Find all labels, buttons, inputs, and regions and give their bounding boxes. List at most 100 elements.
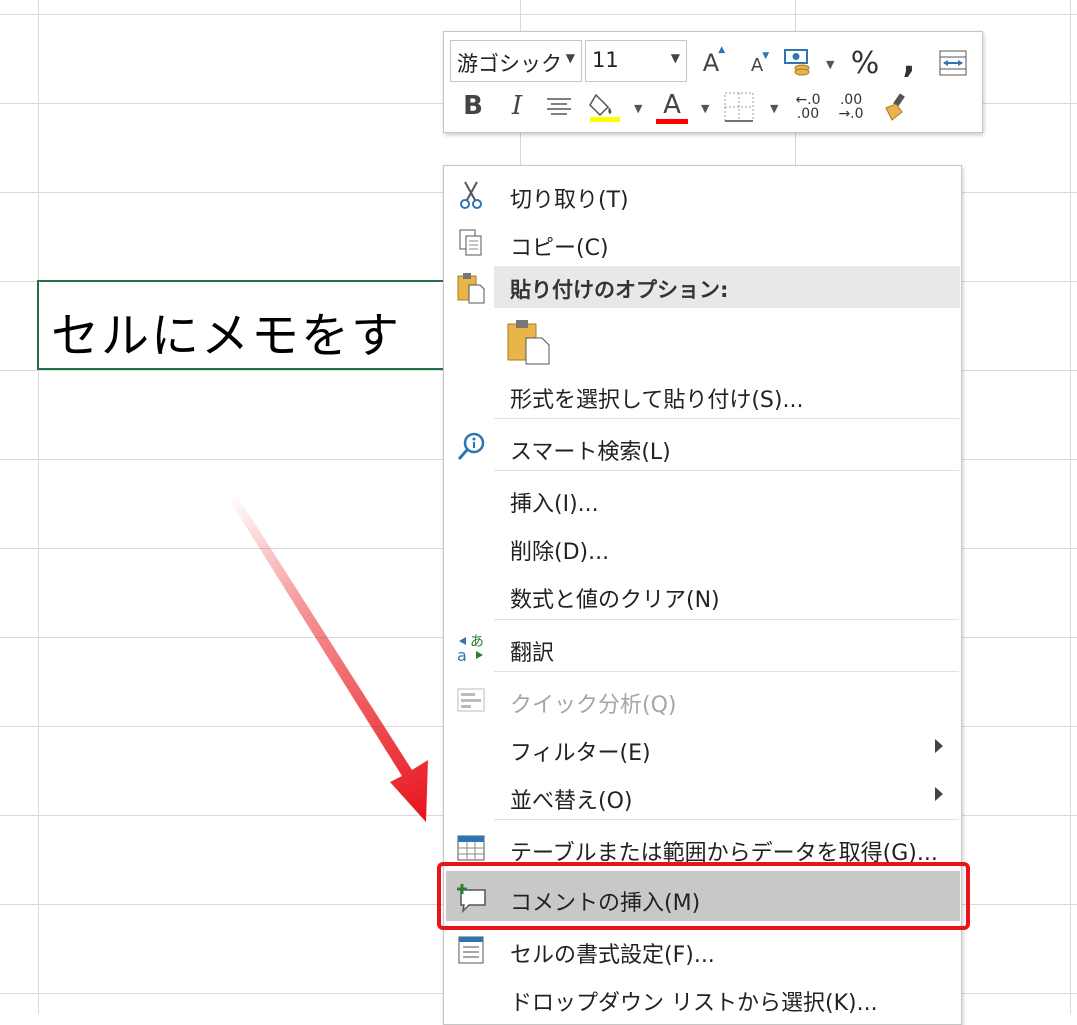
increase-decimal-bottom: .00 <box>796 106 820 122</box>
borders-icon <box>724 92 754 122</box>
fill-color-swatch <box>590 117 620 122</box>
borders-button[interactable] <box>722 90 756 124</box>
accounting-format-button[interactable] <box>781 44 815 80</box>
menu-item-label: 数式と値のクリア(N) <box>510 588 720 613</box>
menu-item-label: クイック分析(Q) <box>510 693 677 718</box>
chevron-down-icon[interactable]: ▼ <box>826 58 834 71</box>
menu-item-clear-contents[interactable]: 数式と値のクリア(N) <box>444 570 961 618</box>
increase-decimal-top: ←.0 <box>795 92 821 108</box>
percent-icon: % <box>850 45 880 81</box>
chevron-down-icon: ▼ <box>670 51 680 65</box>
menu-separator <box>494 418 959 419</box>
menu-separator <box>494 470 959 471</box>
menu-item-cut[interactable]: 切り取り(T) <box>444 170 961 218</box>
increase-font-button[interactable]: A ▲ <box>696 45 726 80</box>
menu-item-label: セルの書式設定(F)... <box>510 943 715 968</box>
bold-icon: B <box>463 91 483 121</box>
quick-analysis-icon <box>456 685 486 715</box>
menu-item-filter[interactable]: フィルター(E) <box>444 723 961 771</box>
fill-bucket-icon <box>589 93 620 122</box>
menu-separator <box>494 671 959 672</box>
percent-button[interactable]: % <box>847 45 883 81</box>
menu-item-paste-special[interactable]: 形式を選択して貼り付け(S)... <box>444 370 961 418</box>
merge-center-icon <box>939 50 967 76</box>
font-size-value: 11 <box>592 48 619 72</box>
italic-icon: I <box>511 91 523 121</box>
menu-item-label: ドロップダウン リストから選択(K)... <box>510 991 878 1016</box>
format-cells-icon <box>456 935 486 965</box>
annotation-highlight-box <box>437 862 970 930</box>
menu-item-label: 挿入(I)... <box>510 492 599 517</box>
decrease-font-button[interactable]: A ▼ <box>744 50 770 80</box>
font-size-combo[interactable]: 11 ▼ <box>585 40 687 82</box>
menu-item-label: 形式を選択して貼り付け(S)... <box>510 388 804 413</box>
menu-item-copy[interactable]: コピー(C) <box>444 218 961 266</box>
font-color-button[interactable]: A <box>654 88 690 126</box>
format-painter-button[interactable] <box>880 90 914 124</box>
menu-item-format-cells[interactable]: セルの書式設定(F)... <box>444 925 961 973</box>
active-cell[interactable]: セルにメモをす <box>37 280 477 370</box>
bold-button[interactable]: B <box>458 88 488 124</box>
menu-item-label: 翻訳 <box>510 641 555 666</box>
svg-text:あ: あ <box>470 634 484 650</box>
menu-separator <box>494 619 959 620</box>
chevron-down-icon[interactable]: ▼ <box>770 102 778 115</box>
format-painter-icon <box>885 93 905 121</box>
decrease-decimal-top: .00 <box>839 92 863 108</box>
cell-text: セルにメモをす <box>51 308 402 364</box>
increase-font-letter: A <box>702 49 720 77</box>
decrease-decimal-button[interactable]: .00 →.0 <box>834 90 868 124</box>
smart-lookup-icon <box>456 432 486 462</box>
font-name-combo[interactable]: 游ゴシック ▼ <box>450 40 582 82</box>
translate-icon: a あ <box>456 633 486 663</box>
decrease-decimal-bottom: →.0 <box>838 106 864 122</box>
clipboard-paste-icon <box>507 320 550 365</box>
paste-options-header: 貼り付けのオプション: <box>494 266 960 308</box>
table-icon <box>456 833 486 863</box>
chevron-down-icon[interactable]: ▼ <box>634 102 642 115</box>
paste-option-default-button[interactable] <box>506 318 552 366</box>
increase-font-icon: A ▲ <box>702 45 725 77</box>
menu-item-translate[interactable]: a あ 翻訳 <box>444 623 961 671</box>
scissors-icon <box>456 180 486 210</box>
up-arrow-icon: ▲ <box>718 45 726 55</box>
submenu-arrow-icon <box>935 739 943 753</box>
paste-icon <box>456 272 486 304</box>
center-align-button[interactable] <box>544 92 574 122</box>
menu-item-insert[interactable]: 挿入(I)... <box>444 474 961 522</box>
menu-item-label: 切り取り(T) <box>510 188 629 213</box>
menu-item-label: コピー(C) <box>510 236 609 261</box>
font-name-value: 游ゴシック <box>457 52 562 76</box>
font-color-swatch <box>656 118 688 124</box>
menu-item-sort[interactable]: 並べ替え(O) <box>444 771 961 819</box>
menu-item-quick-analysis[interactable]: クイック分析(Q) <box>444 675 961 723</box>
italic-button[interactable]: I <box>502 88 532 124</box>
merge-center-button[interactable] <box>938 48 968 78</box>
submenu-arrow-icon <box>935 787 943 801</box>
down-arrow-icon: ▼ <box>762 50 770 61</box>
chevron-down-icon[interactable]: ▼ <box>701 102 709 115</box>
grid-row-line <box>0 14 1077 15</box>
accounting-icon <box>784 49 810 76</box>
menu-item-delete[interactable]: 削除(D)... <box>444 522 961 570</box>
svg-text:a: a <box>457 646 467 663</box>
comma-style-button[interactable]: , <box>896 41 922 81</box>
menu-item-label: スマート検索(L) <box>510 440 671 465</box>
align-center-icon <box>547 98 571 115</box>
menu-item-label: 削除(D)... <box>510 540 610 565</box>
grid-column-line <box>1070 0 1071 1014</box>
decrease-font-icon: A ▼ <box>751 51 769 76</box>
menu-item-label: 並べ替え(O) <box>510 789 633 814</box>
menu-item-label: フィルター(E) <box>510 741 651 766</box>
increase-decimal-button[interactable]: ←.0 .00 <box>791 90 825 124</box>
font-color-icon: A <box>663 89 681 120</box>
chevron-down-icon: ▼ <box>565 51 575 65</box>
menu-separator <box>494 819 959 820</box>
paste-options-label: 貼り付けのオプション: <box>510 278 729 302</box>
fill-color-button[interactable] <box>587 88 623 124</box>
copy-icon <box>456 228 486 258</box>
comma-icon: , <box>902 41 916 81</box>
mini-toolbar: 游ゴシック ▼ 11 ▼ A ▲ A ▼ ▼ % , B I ▼ A ▼ ▼ ←… <box>443 31 983 133</box>
menu-item-smart-lookup[interactable]: スマート検索(L) <box>444 422 961 470</box>
grid-column-line <box>38 0 39 1014</box>
